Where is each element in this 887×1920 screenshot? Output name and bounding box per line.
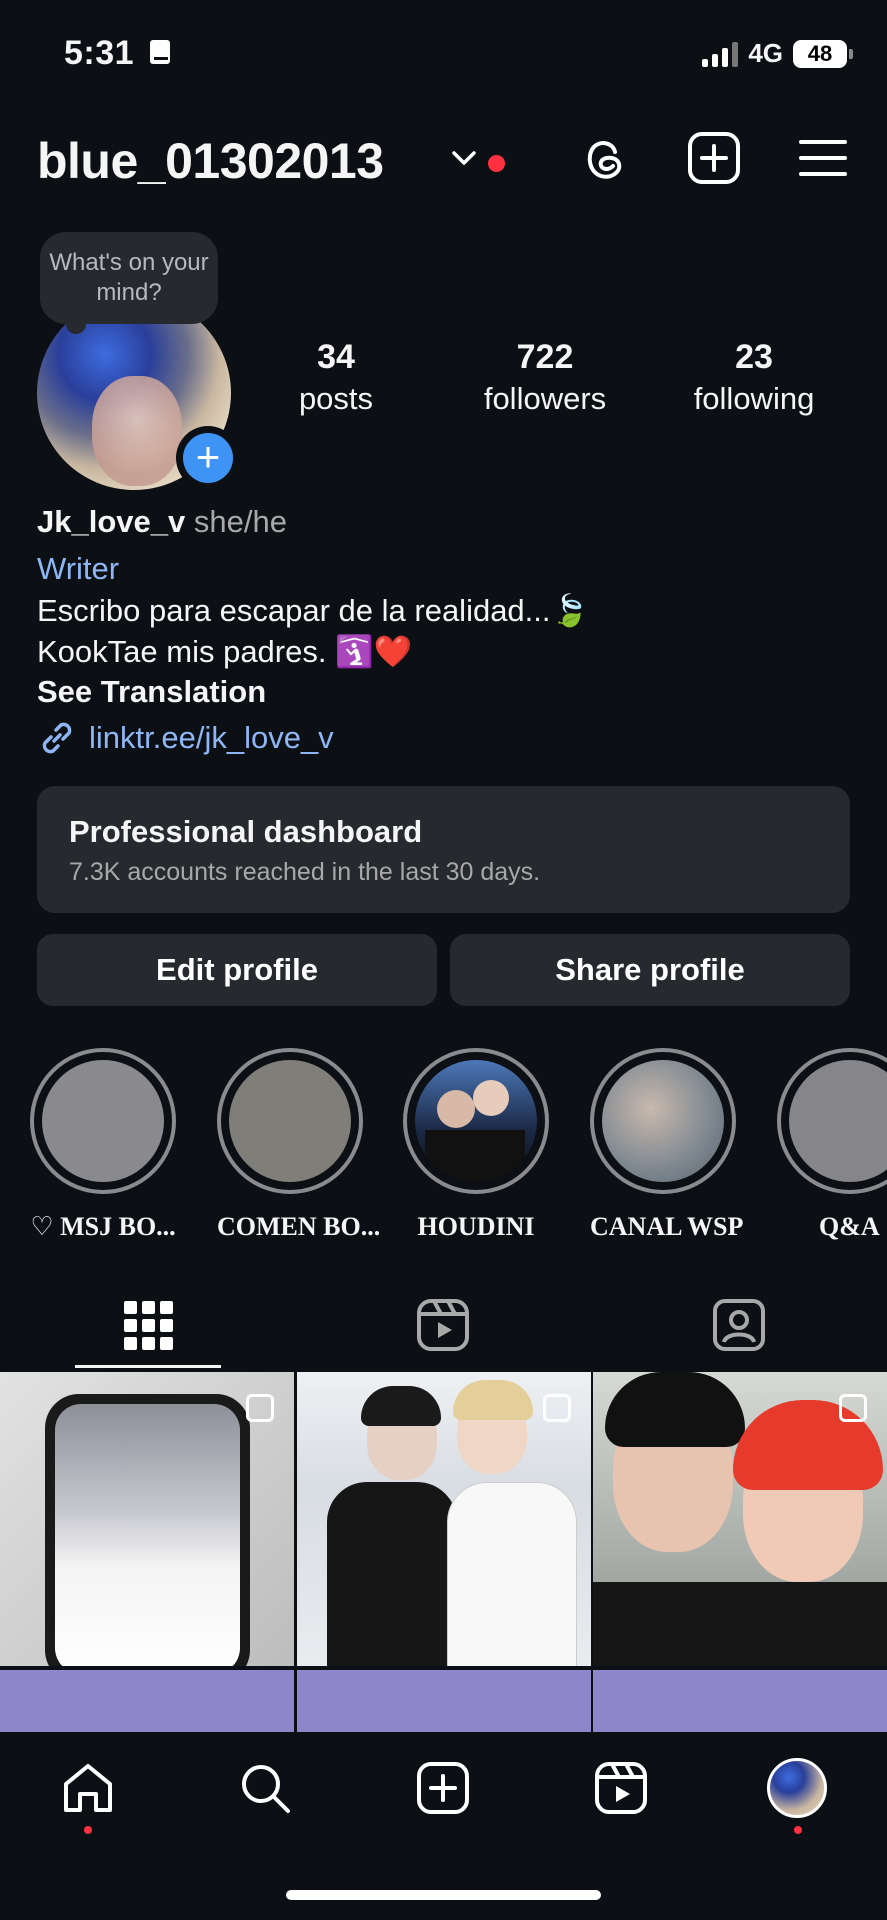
highlight-ring <box>30 1048 176 1194</box>
bio-line-2: KookTae mis padres. 🛐❤️ <box>37 634 413 669</box>
highlight-cover <box>42 1060 164 1182</box>
multi-post-icon <box>839 1394 867 1422</box>
highlight-item[interactable]: Q&A <box>777 1048 887 1242</box>
see-translation-link[interactable]: See Translation <box>37 674 266 710</box>
highlight-item[interactable]: COMEN BO... <box>217 1048 381 1242</box>
dashboard-subtitle: 7.3K accounts reached in the last 30 day… <box>69 858 541 886</box>
display-name: Jk_love_v she/he <box>37 504 287 539</box>
bio-line-1: Escribo para escapar de la realidad...🍃 <box>37 593 590 628</box>
highlight-cover <box>789 1060 887 1182</box>
account-username[interactable]: blue_01302013 <box>37 132 384 190</box>
post-thumbnail[interactable] <box>593 1372 887 1666</box>
home-notification-dot <box>84 1826 92 1834</box>
highlight-ring <box>590 1048 736 1194</box>
posts-stat[interactable]: 34 posts <box>246 338 426 417</box>
pronouns: she/he <box>193 504 287 539</box>
multi-post-icon <box>246 1394 274 1422</box>
post-thumbnail[interactable] <box>0 1372 294 1666</box>
share-profile-button[interactable]: Share profile <box>450 934 850 1006</box>
bio-link[interactable]: linktr.ee/jk_love_v <box>37 718 334 758</box>
menu-icon[interactable] <box>795 130 851 186</box>
add-story-button[interactable]: + <box>176 426 240 490</box>
tab-reels[interactable] <box>408 1290 478 1360</box>
threads-icon[interactable] <box>577 130 633 186</box>
category-label[interactable]: Writer <box>37 551 119 587</box>
create-icon[interactable] <box>415 1760 471 1816</box>
reels-icon[interactable] <box>593 1760 649 1816</box>
signal-icon <box>702 41 739 67</box>
posts-label: posts <box>298 381 374 416</box>
highlight-label: ♡ MSJ BO... <box>30 1212 176 1241</box>
create-post-icon[interactable] <box>686 130 742 186</box>
edit-profile-button[interactable]: Edit profile <box>37 934 437 1006</box>
note-bubble[interactable]: What's on your mind? <box>40 232 218 334</box>
chevron-down-icon[interactable] <box>450 148 478 168</box>
tab-tagged[interactable] <box>704 1290 774 1360</box>
link-icon <box>42 722 72 754</box>
plus-icon: + <box>183 433 233 483</box>
battery-icon: 48 <box>793 39 853 68</box>
highlight-item[interactable]: CANAL WSP <box>590 1048 744 1242</box>
posts-count: 34 <box>317 338 355 376</box>
highlight-label: Q&A <box>819 1212 880 1241</box>
highlight-ring <box>217 1048 363 1194</box>
post-thumbnail[interactable] <box>0 1670 294 1732</box>
post-thumbnail[interactable] <box>593 1670 887 1732</box>
search-icon[interactable] <box>237 1760 293 1816</box>
status-indicators: 4G 48 <box>702 38 853 69</box>
active-tab-indicator <box>75 1365 221 1368</box>
reading-mode-icon <box>150 40 171 64</box>
profile-notification-dot <box>794 1826 802 1834</box>
bio-link-text: linktr.ee/jk_love_v <box>89 720 334 755</box>
dashboard-title: Professional dashboard <box>69 814 423 849</box>
tab-posts-grid[interactable] <box>113 1290 183 1360</box>
profile-tab-avatar[interactable] <box>767 1758 827 1818</box>
professional-dashboard[interactable]: Professional dashboard 7.3K accounts rea… <box>37 786 850 913</box>
avatar-photo <box>92 376 182 486</box>
status-time: 5:31 <box>64 34 174 73</box>
highlight-cover <box>229 1060 351 1182</box>
highlight-item[interactable]: ♡ MSJ BO... <box>30 1048 176 1242</box>
followers-label: followers <box>483 381 607 416</box>
highlight-label: CANAL WSP <box>590 1212 744 1241</box>
post-thumbnail[interactable] <box>297 1670 591 1732</box>
highlight-cover <box>415 1060 537 1182</box>
following-label: following <box>693 381 815 416</box>
home-indicator <box>286 1890 601 1900</box>
following-stat[interactable]: 23 following <box>664 338 844 417</box>
multi-post-icon <box>543 1394 571 1422</box>
following-count: 23 <box>735 338 773 376</box>
home-icon[interactable] <box>60 1760 116 1816</box>
highlight-label: HOUDINI <box>417 1212 535 1241</box>
highlight-cover <box>602 1060 724 1182</box>
highlight-item[interactable]: HOUDINI <box>403 1048 549 1242</box>
followers-stat[interactable]: 722 followers <box>455 338 635 417</box>
highlight-ring <box>777 1048 887 1194</box>
highlight-label: COMEN BO... <box>217 1212 381 1241</box>
followers-count: 722 <box>516 338 574 376</box>
post-thumbnail[interactable] <box>297 1372 591 1666</box>
notification-dot <box>488 155 505 172</box>
network-type: 4G <box>748 38 783 68</box>
highlight-ring <box>403 1048 549 1194</box>
